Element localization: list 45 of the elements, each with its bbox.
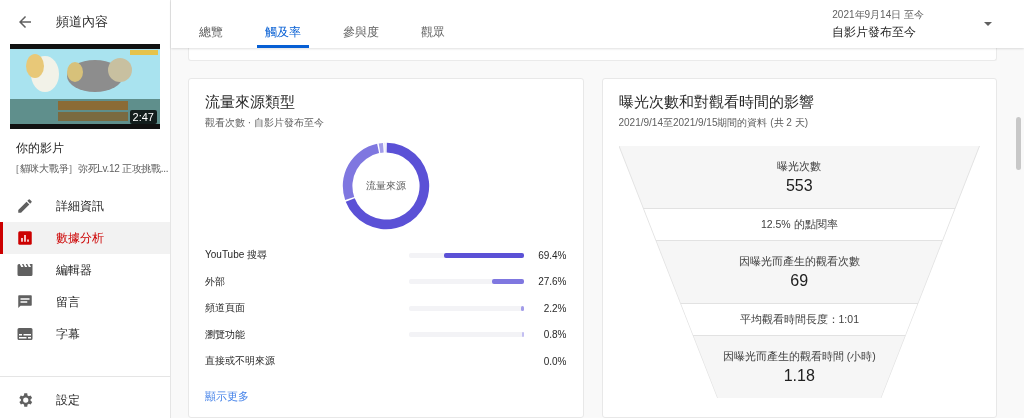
funnel-label: 因曝光而產生的觀看次數 — [738, 254, 860, 269]
video-label: 你的影片 — [16, 140, 65, 157]
caret-icon — [984, 22, 992, 26]
source-percent: 69.4% — [537, 249, 567, 261]
funnel-value: 553 — [785, 176, 813, 195]
card-subtitle: 觀看次數 · 自影片發布至今 — [205, 116, 325, 130]
source-percent: 0.0% — [542, 355, 567, 367]
comment-icon — [16, 293, 34, 311]
sidebar-item[interactable]: 數據分析 — [0, 222, 170, 254]
analytics-icon — [16, 229, 34, 247]
source-percent: 0.8% — [542, 329, 567, 341]
date-range-dropdown[interactable]: 2021年9月14日 至今 自影片發布至今 — [832, 0, 1024, 48]
source-percent: 27.6% — [537, 276, 567, 288]
subtitles-icon — [16, 325, 34, 343]
funnel-label: 12.5% 的點閱率 — [760, 217, 838, 232]
source-percent: 2.2% — [542, 302, 567, 314]
scrollbar[interactable] — [1016, 117, 1021, 170]
film-icon — [16, 261, 34, 279]
pencil-icon — [16, 197, 34, 215]
source-label: 瀏覽功能 — [205, 327, 246, 342]
show-more-link[interactable]: 顯示更多 — [205, 388, 249, 404]
card-title: 曝光次數和對觀看時間的影響 — [618, 93, 815, 112]
card-subtitle: 2021/9/14至2021/9/15期間的資料 (共 2 天) — [618, 116, 810, 130]
video-title: ［貓咪大戰爭］弥死Lv.12 正攻挑戰... — [10, 162, 169, 176]
funnel-value: 1.18 — [783, 366, 815, 385]
tab[interactable]: 總覽 — [191, 0, 231, 48]
card-title: 流量來源類型 — [205, 93, 296, 112]
funnel-value: 69 — [790, 271, 809, 290]
source-label: 直接或不明來源 — [205, 354, 276, 369]
tab[interactable]: 觀眾 — [413, 0, 453, 48]
sidebar-item[interactable]: 詳細資訊 — [0, 190, 170, 222]
sidebar-item[interactable]: 留言 — [0, 286, 170, 318]
funnel-label: 平均觀看時間長度：1:01 — [739, 312, 859, 327]
tab[interactable]: 參與度 — [335, 0, 387, 48]
back-title: 頻道內容 — [56, 13, 108, 31]
sidebar-item[interactable]: 編輯器 — [0, 254, 170, 286]
donut-center-label: 流量來源 — [365, 179, 406, 193]
sidebar-item[interactable]: 字幕 — [0, 318, 170, 350]
source-label: YouTube 搜尋 — [205, 248, 269, 263]
funnel-label: 曝光次數 — [777, 159, 822, 174]
video-duration: 2:47 — [129, 110, 157, 124]
sidebar-item[interactable]: 設定 — [0, 384, 170, 416]
source-label: 外部 — [205, 274, 226, 289]
source-label: 頻道頁面 — [205, 301, 246, 316]
funnel-label: 因曝光而產生的觀看時間 (小時) — [722, 349, 876, 364]
